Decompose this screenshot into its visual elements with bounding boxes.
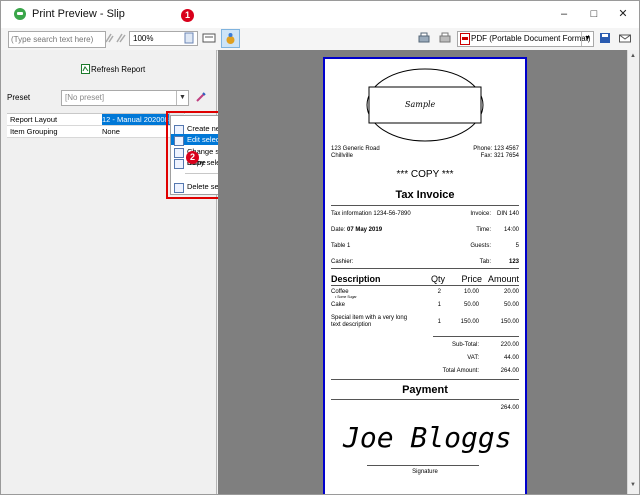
time-value: 14:00 (503, 227, 519, 233)
receipt-page: Sample 123 Generic Road Chillville Phone… (323, 57, 527, 494)
minimize-button[interactable]: – (554, 5, 574, 23)
wizard-icon (226, 33, 235, 44)
signature-label: Signature (412, 469, 438, 475)
invoice-label: Invoice: (470, 211, 491, 217)
find-next-icon[interactable] (114, 31, 128, 45)
item-amount: 50.00 (503, 302, 519, 308)
delete-layout-icon (174, 183, 184, 193)
preset-select-value: [No preset] (65, 93, 105, 102)
item-qty: 1 (437, 319, 441, 325)
edit-layout-icon (174, 136, 184, 146)
guests-label: Guests: (470, 243, 491, 249)
tab-label: Tab: (479, 259, 491, 265)
grid-row[interactable]: Item Grouping None (7, 126, 185, 138)
printer-select-value: PDF (Portable Document Format) (471, 34, 591, 43)
signature-image: Joe Bloggs (343, 421, 512, 454)
copy-marker: *** COPY *** (396, 169, 454, 180)
pdf-icon (460, 33, 470, 45)
payment-title: Payment (402, 384, 448, 396)
item-note: • Some Sugar (335, 295, 357, 299)
divider (331, 285, 519, 286)
cashier-label: Cashier: (331, 259, 354, 265)
divider (331, 205, 519, 206)
subtotal-value: 220.00 (500, 342, 519, 348)
step-badge-1: 1 (181, 9, 194, 22)
printer-select[interactable]: PDF (Portable Document Format) ▼ (457, 31, 594, 47)
scroll-up-icon[interactable]: ▲ (630, 53, 636, 59)
chevron-down-icon[interactable]: ▼ (581, 32, 593, 46)
address-line-1: 123 Generic Road (331, 146, 380, 152)
column-qty: Qty (430, 274, 445, 284)
email-icon[interactable] (618, 31, 632, 45)
invoice-value: DIN 140 (496, 211, 519, 217)
item-qty: 2 (437, 289, 441, 295)
preset-label: Preset (7, 93, 31, 102)
refresh-report-icon (81, 64, 90, 74)
guests-value: 5 (515, 243, 519, 249)
chevron-down-icon[interactable]: ▼ (176, 91, 188, 105)
app-icon (14, 8, 26, 20)
page-setup-icon[interactable] (202, 31, 216, 45)
toolbar: 100% PDF (Portable Document Format) ▼ (1, 28, 639, 51)
date-label: Date: (331, 227, 346, 233)
column-description: Description (331, 274, 381, 284)
item-qty: 1 (437, 302, 441, 308)
tax-information: Tax information 1234-56-7890 (331, 211, 411, 217)
item-price: 150.00 (460, 319, 479, 325)
scroll-down-icon[interactable]: ▼ (630, 482, 636, 488)
item-amount: 150.00 (500, 319, 519, 325)
toggle-button[interactable] (221, 29, 240, 48)
phone-number: Phone: 123 4567 (473, 146, 519, 152)
grid-row-name: Report Layout (10, 115, 58, 124)
table-label: Table 1 (331, 243, 351, 249)
copy-layout-icon (174, 159, 184, 169)
properties-grid: Report Layout 12 - Manual 202008 Item Gr… (7, 113, 185, 138)
tab-value: 123 (508, 259, 519, 265)
column-price: Price (461, 274, 482, 284)
title-bar: Print Preview - Slip 1 – □ ✕ (1, 1, 639, 28)
divider (331, 379, 519, 380)
address-line-2: Chillville (331, 153, 354, 159)
search-input[interactable] (8, 31, 106, 48)
item-price: 10.00 (463, 289, 479, 295)
date-value: 07 May 2019 (347, 227, 383, 233)
payment-value: 264.00 (500, 405, 519, 411)
item-amount: 20.00 (503, 289, 519, 295)
close-button[interactable]: ✕ (613, 5, 633, 23)
grid-row[interactable]: Report Layout 12 - Manual 202008 (7, 114, 185, 126)
print-icon[interactable] (417, 31, 431, 45)
divider (433, 336, 519, 337)
time-label: Time: (476, 227, 491, 233)
preset-select[interactable]: [No preset] ▼ (61, 90, 189, 106)
item-description: Special item with a very long text descr… (331, 315, 408, 328)
vertical-scrollbar[interactable]: ▲ ▼ (627, 50, 639, 494)
print-preview-window: Print Preview - Slip 1 – □ ✕ 100% PDF (P… (0, 0, 640, 495)
item-description: Cake (331, 302, 346, 308)
maximize-button[interactable]: □ (584, 5, 604, 23)
window-title: Print Preview - Slip (32, 8, 125, 20)
fax-number: Fax: 321 7654 (480, 153, 519, 159)
vat-value: 44.00 (503, 355, 519, 361)
divider (331, 399, 519, 400)
divider (331, 268, 519, 269)
quick-print-icon[interactable] (438, 31, 452, 45)
column-amount: Amount (487, 274, 519, 284)
step-badge-2: 2 (186, 151, 199, 164)
logo-text: Sample (405, 100, 436, 109)
zoom-icon[interactable] (184, 32, 194, 44)
grid-row-name: Item Grouping (10, 127, 58, 136)
save-icon[interactable] (598, 31, 612, 45)
signature-line (367, 465, 479, 466)
vat-label: VAT: (467, 355, 479, 361)
document-title: Tax Invoice (395, 189, 455, 201)
subtotal-label: Sub-Total: (451, 342, 479, 348)
item-price: 50.00 (463, 302, 479, 308)
refresh-report-label: Refresh Report (91, 65, 146, 74)
edit-preset-icon[interactable] (195, 91, 207, 103)
total-value: 264.00 (500, 368, 519, 374)
total-label: Total Amount: (442, 368, 479, 374)
